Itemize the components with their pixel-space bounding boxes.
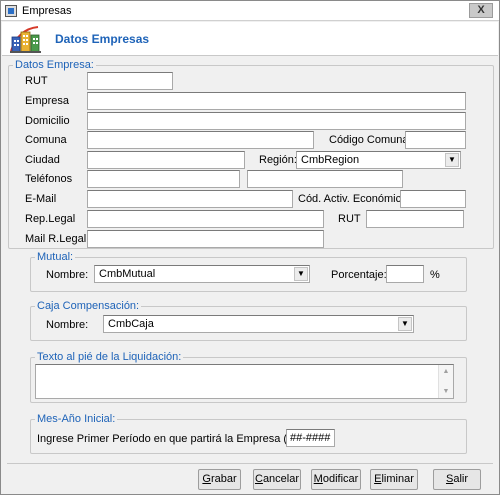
chevron-down-icon[interactable]: ▼ [445,153,459,167]
caja-combobox[interactable]: CmbCaja ▼ [103,315,414,333]
mutual-value: CmbMutual [99,268,156,280]
mes-anio-legend: Mes-Año Inicial: [35,413,118,425]
ciudad-input[interactable] [87,151,245,169]
rep-legal-label: Rep.Legal [25,213,76,225]
rut-input[interactable] [87,72,173,90]
salir-button[interactable]: Salir [433,469,481,490]
datos-empresa-legend: Datos Empresa: [13,59,96,71]
percent-sign: % [430,269,440,281]
domicilio-input[interactable] [87,112,466,130]
grabar-button[interactable]: Grabar [198,469,241,490]
mutual-legend: Mutual: [35,251,76,263]
chevron-down-icon[interactable]: ▼ [294,267,308,281]
email-input[interactable] [87,190,293,208]
scroll-up-icon[interactable]: ▲ [439,365,453,378]
comuna-input[interactable] [87,131,314,149]
porcentaje-input[interactable] [386,265,424,283]
window-title: Empresas [22,5,72,17]
close-button[interactable]: X [469,3,493,18]
mutual-nombre-label: Nombre: [46,269,89,281]
telefono1-input[interactable] [87,170,240,188]
page-title: Datos Empresas [55,32,150,46]
comuna-label: Comuna [25,134,67,146]
bottom-separator [7,463,493,464]
telefono2-input[interactable] [247,170,403,188]
ciudad-label: Ciudad [25,154,60,166]
empresa-label: Empresa [25,95,70,107]
scroll-down-icon[interactable]: ▼ [439,385,453,398]
caja-nombre-label: Nombre: [46,319,89,331]
domicilio-label: Domicilio [25,115,70,127]
texto-pie-legend: Texto al pié de la Liquidación: [35,351,184,363]
rut-label: RUT [25,75,48,87]
region-combobox[interactable]: CmbRegion ▼ [296,151,461,169]
texto-pie-scrollbar[interactable]: ▲ ▼ [438,365,453,398]
email-label: E-Mail [25,193,57,205]
mail-rlegal-label: Mail R.Legal [25,233,87,245]
eliminar-button[interactable]: Eliminar [370,469,418,490]
app-icon [5,5,17,17]
title-bar: Empresas X [1,1,499,21]
porcentaje-label: Porcentaje: [331,269,387,281]
caja-value: CmbCaja [108,318,154,330]
region-value: CmbRegion [301,154,360,166]
cancelar-button[interactable]: Cancelar [253,469,301,490]
empresas-window: Empresas X Datos Empresas Datos Empresa:… [0,0,500,495]
cod-activ-label: Cód. Activ. Económica [298,193,408,205]
empresa-input[interactable] [87,92,466,110]
mutual-combobox[interactable]: CmbMutual ▼ [94,265,310,283]
mes-anio-input[interactable]: ##-#### [286,429,335,447]
cod-activ-input[interactable] [400,190,466,208]
codigo-comuna-input[interactable] [405,131,466,149]
page-header: Datos Empresas [2,22,498,56]
telefonos-label: Teléfonos [25,173,73,185]
modificar-button[interactable]: Modificar [311,469,361,490]
rep-legal-input[interactable] [87,210,324,228]
mail-rlegal-input[interactable] [87,230,324,248]
region-label: Región: [259,154,297,166]
rut-replegal-label: RUT [338,213,361,225]
buildings-icon [10,26,41,53]
texto-pie-textarea[interactable]: ▲ ▼ [35,364,454,399]
close-icon: X [477,4,485,16]
chevron-down-icon[interactable]: ▼ [398,317,412,331]
rut-replegal-input[interactable] [366,210,464,228]
codigo-comuna-label: Código Comuna [329,134,409,146]
caja-legend: Caja Compensación: [35,300,142,312]
